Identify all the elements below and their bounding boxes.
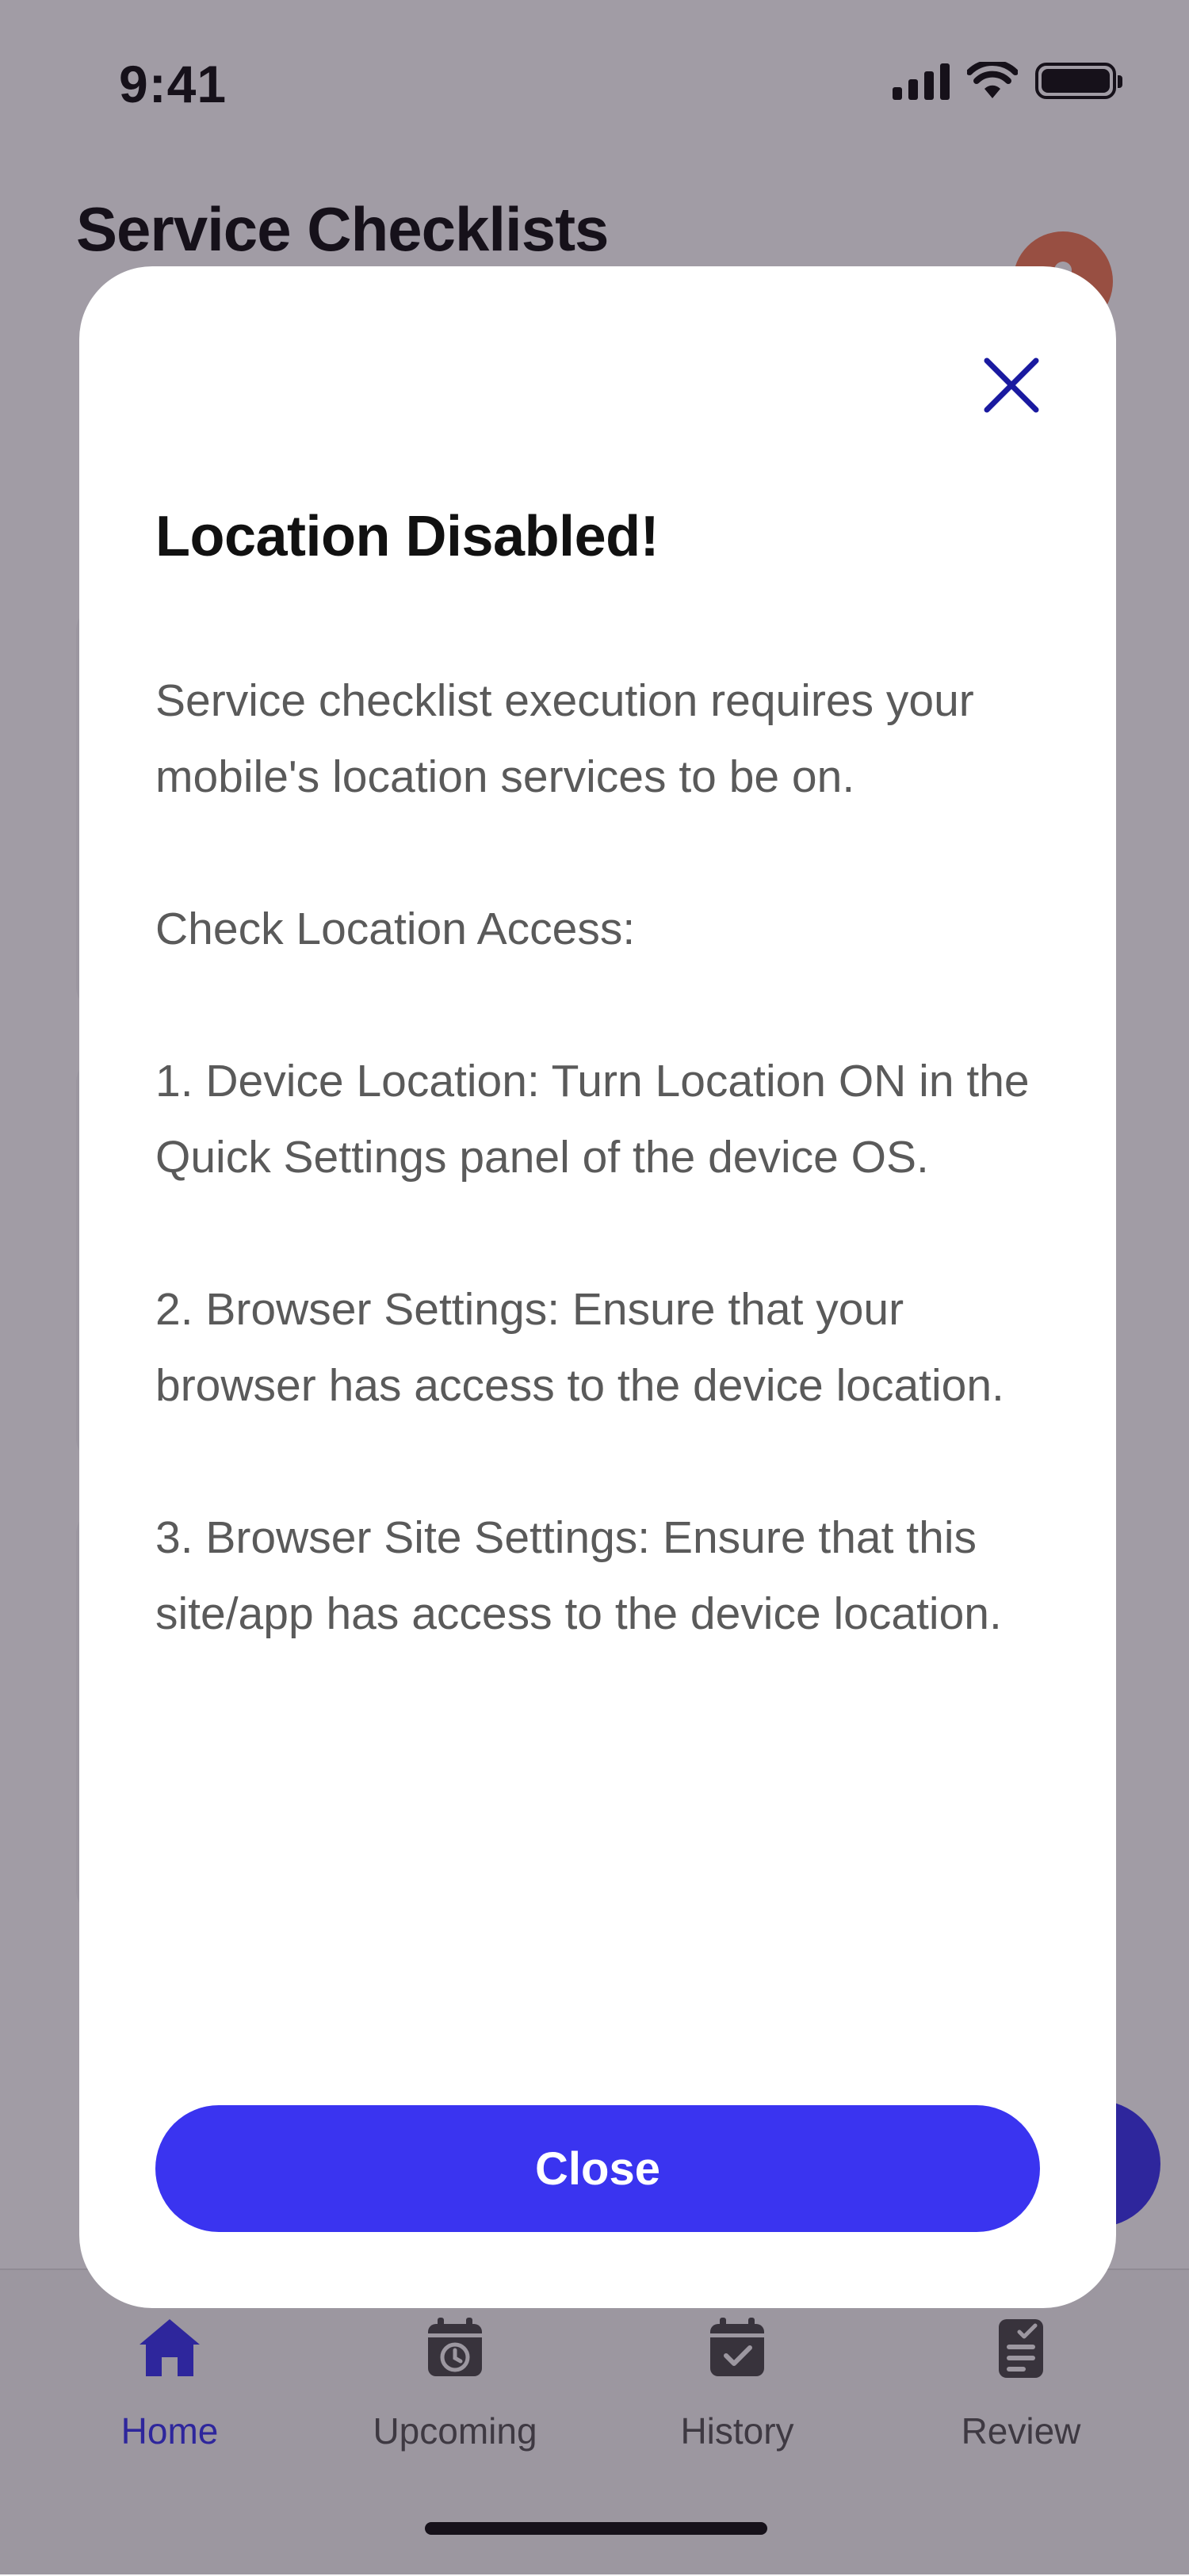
modal-paragraph-heading: Check Location Access: (155, 904, 636, 954)
modal-paragraph-intro: Service checklist execution requires you… (155, 675, 974, 802)
modal-body: Service checklist execution requires you… (155, 663, 1051, 1652)
close-icon[interactable] (972, 346, 1051, 425)
modal-paragraph-step-3: 3. Browser Site Settings: Ensure that th… (155, 1512, 1002, 1639)
location-disabled-modal: Location Disabled! Service checklist exe… (79, 266, 1116, 2308)
close-button[interactable]: Close (155, 2105, 1040, 2232)
modal-title: Location Disabled! (155, 505, 659, 568)
modal-paragraph-step-1: 1. Device Location: Turn Location ON in … (155, 1056, 1030, 1183)
modal-paragraph-step-2: 2. Browser Settings: Ensure that your br… (155, 1284, 1004, 1411)
